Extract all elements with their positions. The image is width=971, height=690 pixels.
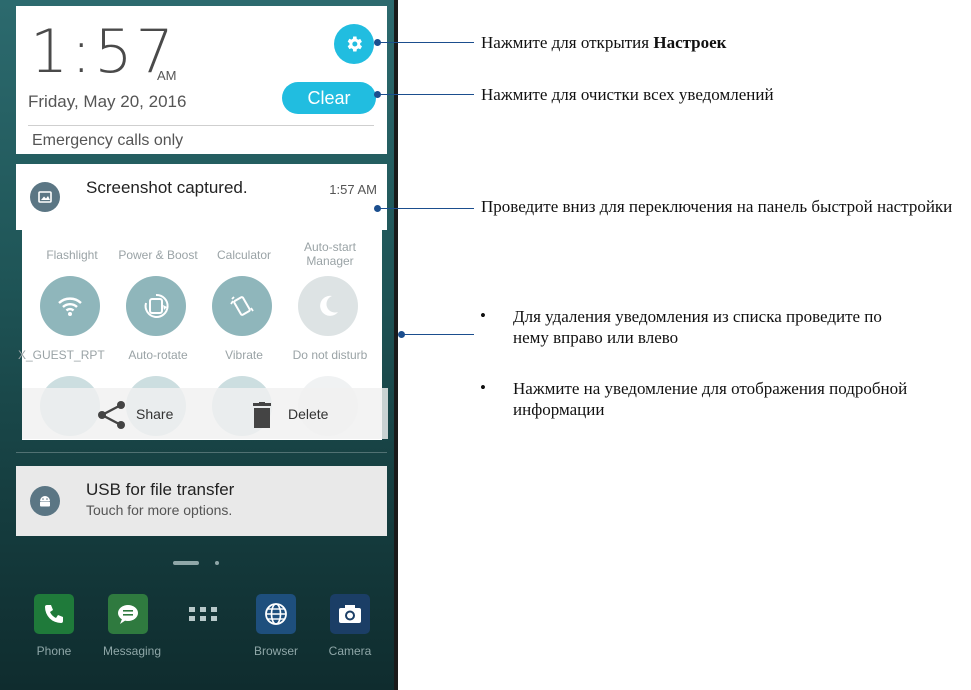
qs-label-calculator[interactable]: Calculator [202, 248, 286, 262]
dock-app-camera[interactable]: Camera [325, 594, 375, 658]
all-apps-icon [183, 594, 223, 634]
dock-label: Camera [328, 644, 372, 658]
dock-label: Browser [253, 644, 298, 658]
settings-button[interactable] [334, 24, 374, 64]
status-card: 1:57 AM Friday, May 20, 2016 Clear Emerg… [16, 6, 387, 154]
qs-tile-wifi[interactable] [40, 276, 100, 336]
dock-app-all-apps[interactable] [178, 594, 228, 634]
image-icon [30, 182, 60, 212]
dock-label: Phone [36, 644, 72, 658]
notification-screenshot[interactable]: Screenshot captured. 1:57 AM [16, 164, 387, 230]
network-status: Emergency calls only [32, 132, 184, 149]
qs-tile-do-not-disturb[interactable] [298, 276, 358, 336]
notification-title: USB for file transfer [86, 480, 235, 499]
dock-app-browser[interactable]: Browser [251, 594, 301, 658]
qs-label-auto-rotate: Auto-rotate [128, 348, 188, 362]
divider [28, 125, 374, 126]
callout-line-settings [378, 42, 474, 43]
notification-usb[interactable]: USB for file transfer Touch for more opt… [16, 466, 387, 536]
vibrate-icon [230, 296, 254, 316]
callout-clear: Нажмите для очистки всех уведомлений [481, 85, 774, 104]
clock-time: 1:57 [30, 17, 177, 87]
callout-line-notification [402, 334, 474, 335]
qs-label-vibrate: Vibrate [225, 348, 263, 362]
notification-title: Screenshot captured. [86, 178, 248, 197]
callout-line-clear [378, 94, 474, 95]
phone-icon [34, 594, 74, 634]
qs-tile-vibrate[interactable] [212, 276, 272, 336]
dock-label: Messaging [103, 644, 162, 658]
gear-icon [347, 36, 362, 52]
wifi-icon [58, 297, 82, 316]
callout-bullet-swipe: Для удаления уведомления из списка прове… [513, 307, 882, 347]
callout-line-swipe [378, 208, 474, 209]
callout-settings-bold: Настроек [653, 33, 727, 52]
globe-icon [256, 594, 296, 634]
phone-edge [394, 0, 398, 690]
date-label: Friday, May 20, 2016 [28, 92, 187, 111]
moon-icon [320, 295, 338, 316]
callout-bullet-tap: Нажмите на уведомление для отображения п… [513, 379, 908, 419]
qs-label-power-boost[interactable]: Power & Boost [116, 248, 200, 262]
callout-settings: Нажмите для открытия Настроек [481, 32, 726, 53]
qs-label-wifi: X_GUEST_RPT [18, 348, 105, 362]
divider [16, 452, 387, 453]
qs-label-dnd: Do not disturb [292, 348, 368, 362]
android-icon [30, 486, 60, 516]
qs-label-auto-start[interactable]: Auto-start Manager [288, 240, 372, 268]
trash-icon[interactable] [252, 402, 272, 428]
bullet-marker: • [480, 306, 486, 325]
message-icon [108, 594, 148, 634]
clear-button[interactable]: Clear [282, 82, 376, 114]
bullet-marker: • [480, 378, 486, 397]
auto-rotate-icon [144, 293, 169, 318]
notification-subtitle: Touch for more options. [86, 502, 233, 518]
share-button[interactable]: Share [136, 406, 173, 422]
notification-action-bar: Share Delete [22, 388, 388, 439]
callout-swipe-down: Проведите вниз для переключения на панел… [481, 197, 953, 216]
delete-button[interactable]: Delete [288, 406, 328, 422]
qs-label-flashlight[interactable]: Flashlight [30, 248, 114, 262]
camera-icon [330, 594, 370, 634]
clock-ampm: AM [157, 68, 177, 83]
dock-app-messaging[interactable]: Messaging [103, 594, 162, 658]
phone-screen: 1:57 AM Friday, May 20, 2016 Clear Emerg… [0, 0, 398, 690]
notification-time: 1:57 AM [329, 182, 377, 197]
dock-app-phone[interactable]: Phone [29, 594, 79, 658]
share-icon[interactable] [96, 400, 128, 430]
qs-tile-auto-rotate[interactable] [126, 276, 186, 336]
callout-settings-text: Нажмите для открытия [481, 33, 654, 52]
